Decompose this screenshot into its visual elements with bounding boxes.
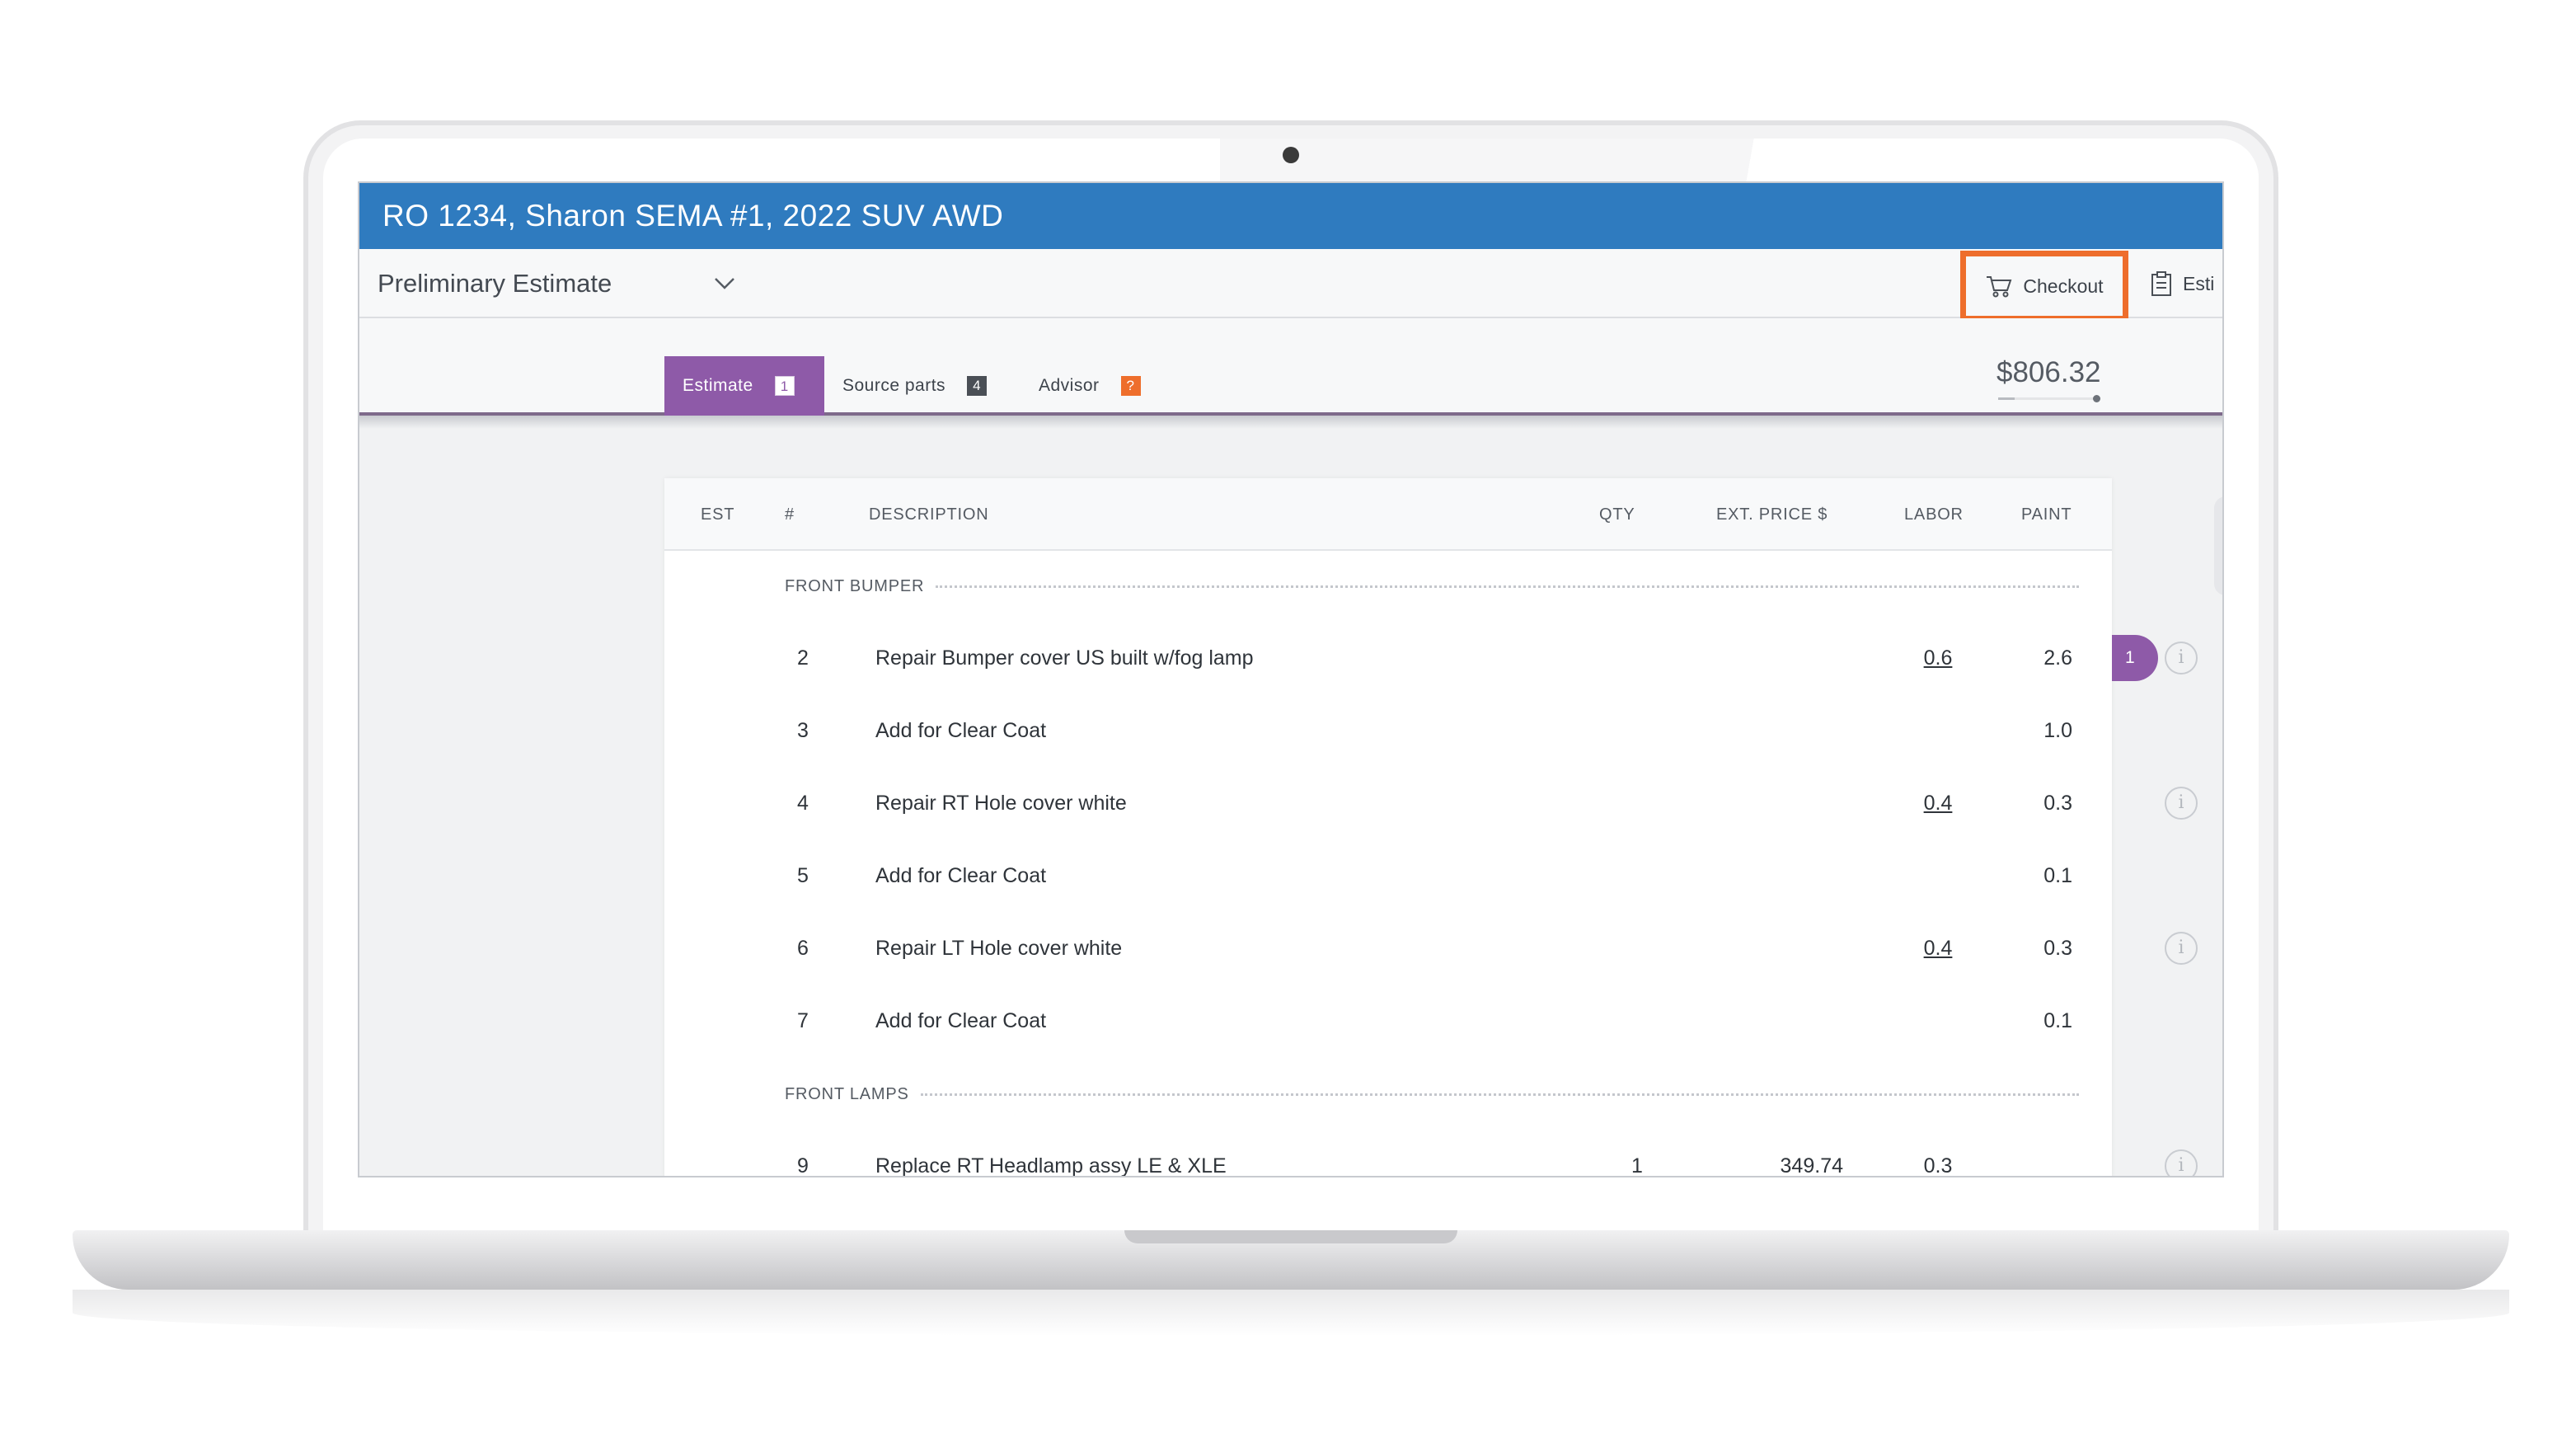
row-flag-badge[interactable]: 1 [2112,635,2158,681]
row-number: 2 [797,646,809,670]
row-number: 6 [797,937,809,960]
table-row[interactable]: 7 Add for Clear Coat 0.1 [664,1004,2112,1037]
row-paint: 1.0 [2043,719,2072,742]
table-row[interactable]: 3 Add for Clear Coat 1.0 [664,714,2112,747]
estimate-select[interactable]: Preliminary Estimate [378,249,757,318]
group-header: FRONT BUMPER [785,574,2079,599]
tab-advisor-label: Advisor [1039,376,1100,395]
toolbar: Preliminary Estimate Checkout Esti [359,249,2222,322]
tab-estimate[interactable]: Estimate 1 [664,356,824,416]
tab-estimate-label: Estimate [683,376,753,395]
info-icon[interactable]: i [2165,642,2198,674]
table-row[interactable]: 5 Add for Clear Coat 0.1 [664,859,2112,892]
header-qty[interactable]: QTY [1599,478,1635,551]
row-labor[interactable]: 0.6 [1909,642,1967,674]
header-num[interactable]: # [785,478,795,551]
row-description: Repair RT Hole cover white [875,792,1127,815]
tab-advisor[interactable]: Advisor ? [1039,356,1141,416]
row-number: 9 [797,1154,809,1177]
clipboard-icon [2151,271,2171,296]
row-number: 5 [797,864,809,887]
chevron-down-icon [715,278,734,289]
table-row[interactable]: 9 Replace RT Headlamp assy LE & XLE 1 34… [664,1149,2112,1177]
row-labor[interactable]: 0.4 [1909,932,1967,965]
tab-source-parts-label: Source parts [842,376,946,395]
header-paint[interactable]: PAINT [2021,478,2072,551]
estimate-select-label: Preliminary Estimate [378,269,612,298]
table-row[interactable]: 6 Repair LT Hole cover white 0.4 0.3 [664,932,2112,965]
window-title: RO 1234, Sharon SEMA #1, 2022 SUV AWD [359,183,2222,249]
header-description[interactable]: DESCRIPTION [869,478,988,551]
row-paint: 0.1 [2043,864,2072,887]
row-paint: 0.3 [2043,937,2072,960]
row-number: 3 [797,719,809,742]
row-paint: 0.3 [2043,792,2072,815]
laptop-shadow [73,1290,2509,1336]
header-ext-price[interactable]: EXT. PRICE $ [1716,478,1828,551]
group-name: FRONT LAMPS [785,1084,909,1103]
row-description: Add for Clear Coat [875,719,1047,742]
tab-source-parts-badge: 4 [967,376,988,396]
row-paint: 2.6 [2043,646,2072,670]
row-description: Repair LT Hole cover white [875,937,1123,960]
table-row[interactable]: 2 Repair Bumper cover US built w/fog lam… [664,642,2112,674]
header-est[interactable]: EST [701,478,734,551]
row-number: 7 [797,1009,809,1032]
group-name: FRONT BUMPER [785,576,925,595]
side-panel-handle[interactable] [2214,496,2222,595]
table-row[interactable]: 4 Repair RT Hole cover white 0.4 0.3 [664,787,2112,820]
app-screen: RO 1234, Sharon SEMA #1, 2022 SUV AWD Pr… [358,181,2224,1177]
row-ext-price: 349.74 [1780,1154,1843,1177]
total-indicator [1998,395,2100,402]
checkout-highlight: Checkout [1960,251,2128,322]
estimate-total: $806.32 [1997,356,2101,388]
row-description: Repair Bumper cover US built w/fog lamp [875,646,1254,670]
info-icon[interactable]: i [2165,932,2198,965]
table-header: EST # DESCRIPTION QTY EXT. PRICE $ LABOR… [664,478,2112,551]
estimate-table: EST # DESCRIPTION QTY EXT. PRICE $ LABOR… [664,478,2112,1177]
row-description: Add for Clear Coat [875,1009,1047,1032]
row-labor[interactable]: 0.4 [1909,787,1967,820]
header-labor[interactable]: LABOR [1904,478,1964,551]
checkout-label: Checkout [2023,275,2104,297]
row-qty: 1 [1631,1154,1643,1177]
estimate-button-label: Esti [2183,272,2215,294]
estimate-button[interactable]: Esti [2150,249,2214,318]
tab-advisor-badge: ? [1120,376,1141,396]
tab-estimate-badge: 1 [774,376,795,396]
checkout-button[interactable]: Checkout [1966,256,2123,316]
row-description: Replace RT Headlamp assy LE & XLE [875,1154,1227,1177]
tab-source-parts[interactable]: Source parts 4 [842,356,988,416]
info-icon[interactable]: i [2165,1149,2198,1176]
laptop-notch [1124,1230,1457,1243]
info-icon[interactable]: i [2165,787,2198,820]
camera-icon [1283,147,1299,163]
row-paint: 0.1 [2043,1009,2072,1032]
cart-icon [1987,276,2012,298]
row-description: Add for Clear Coat [875,864,1047,887]
row-number: 4 [797,792,809,815]
row-labor: 0.3 [1923,1154,1953,1177]
group-header: FRONT LAMPS [785,1082,2079,1107]
tab-bar: Estimate 1 Source parts 4 Advisor ? $806… [359,318,2222,416]
